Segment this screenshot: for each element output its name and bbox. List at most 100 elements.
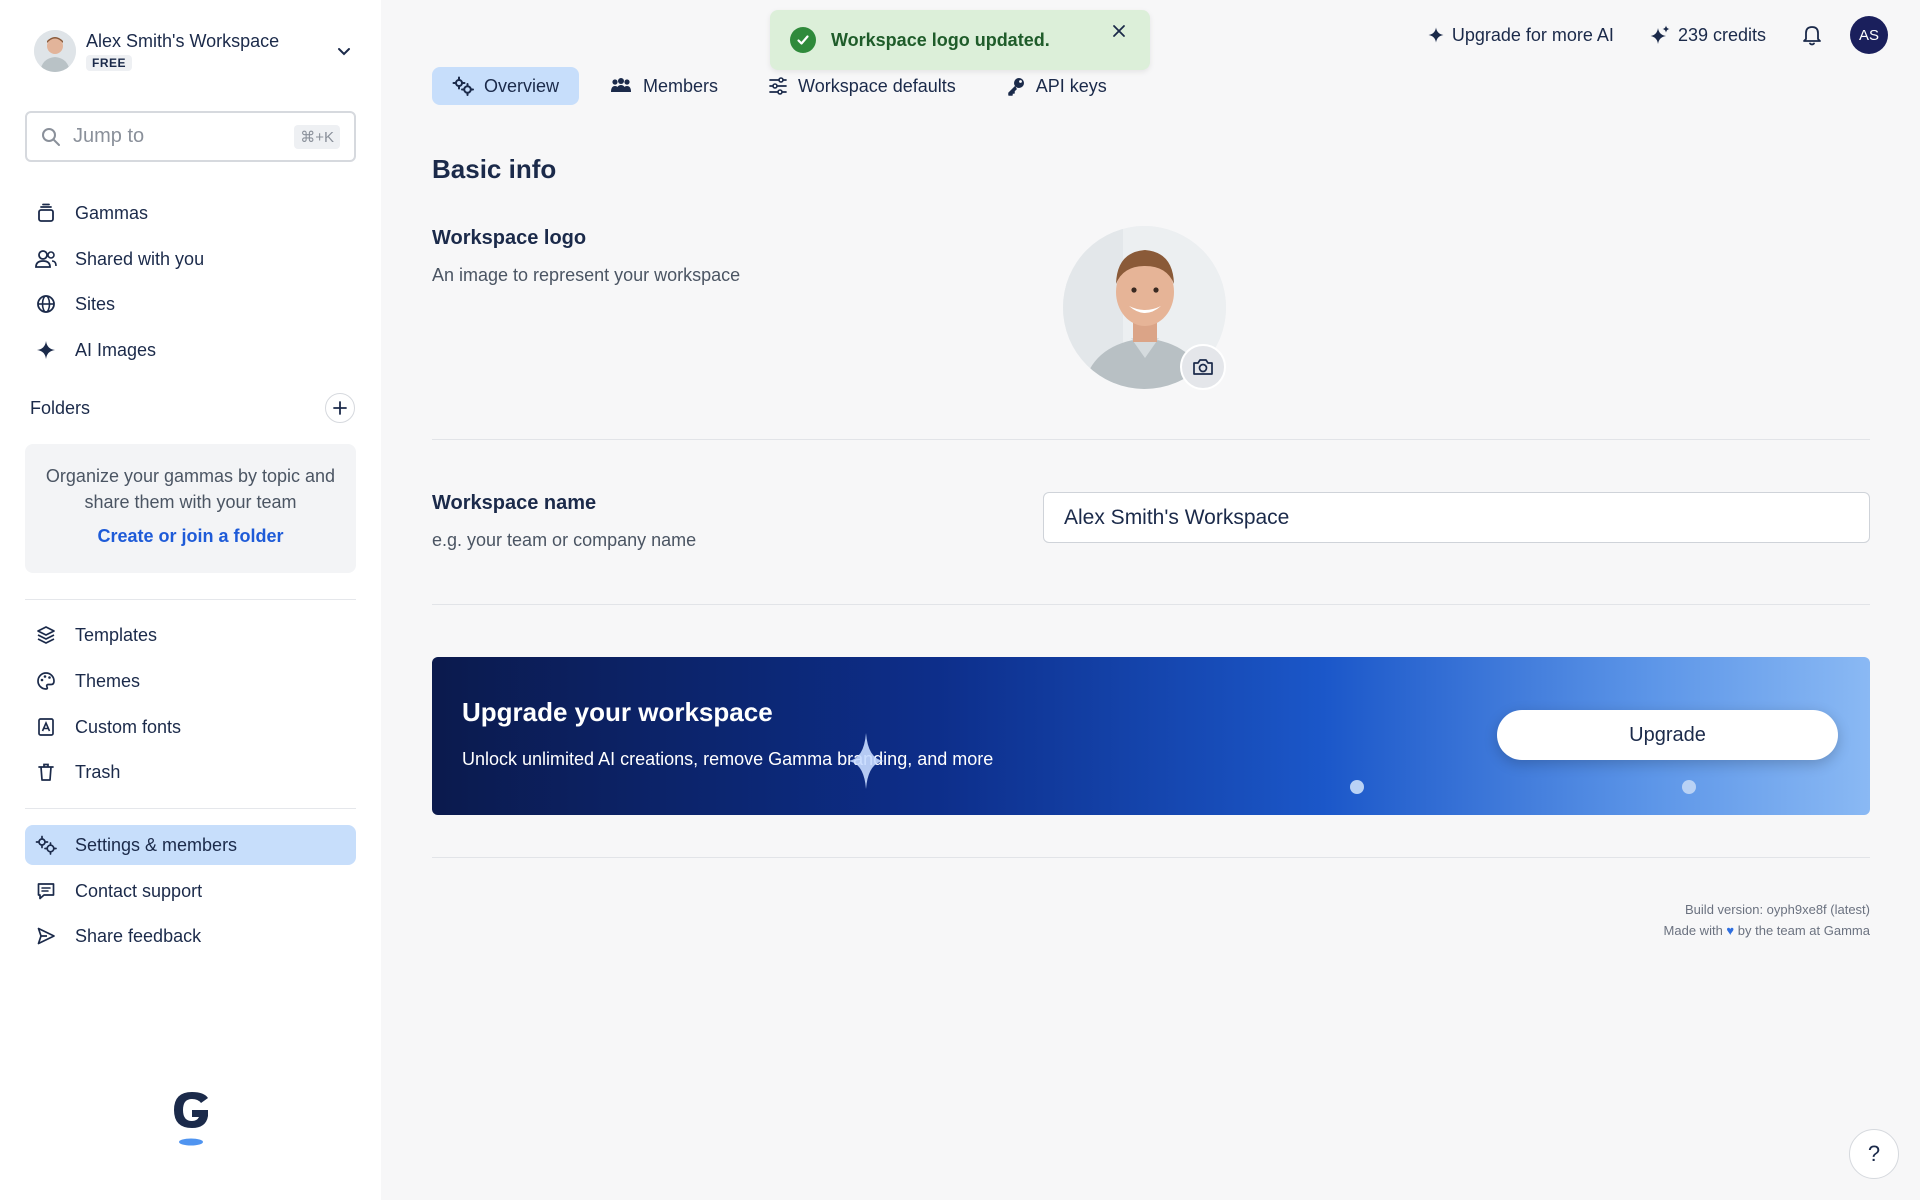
change-logo-button[interactable] [1180,344,1226,390]
sidebar-item-label: Settings & members [75,834,238,855]
workspace-name-description: e.g. your team or company name [432,530,697,550]
tab-workspace-defaults[interactable]: Workspace defaults [748,67,976,105]
sparkle-icon [1428,27,1444,43]
globe-icon [35,293,57,315]
camera-icon [1192,358,1214,376]
add-folder-button[interactable] [325,393,355,423]
section-title: Basic info [432,154,557,184]
search-input[interactable] [73,125,295,148]
tab-label: Members [643,75,719,96]
section-divider [432,604,1870,605]
sidebar-item-label: Gammas [75,202,149,223]
search-icon [41,127,61,147]
banner-description: Unlock unlimited AI creations, remove Ga… [462,749,994,769]
sidebar-item-label: Shared with you [75,248,205,269]
people-group-icon [609,77,633,95]
upgrade-ai-link[interactable]: Upgrade for more AI [1428,25,1614,46]
sparkle-icon [35,339,57,361]
tab-label: Workspace defaults [798,75,956,96]
decorative-dot [1350,780,1364,794]
gamma-logo [168,1088,214,1148]
sparkle-icon [848,733,884,794]
plus-icon [333,401,347,415]
tab-api-keys[interactable]: API keys [986,67,1127,105]
sidebar-item-templates[interactable]: Templates [25,615,356,655]
section-divider [432,857,1870,858]
banner-title: Upgrade your workspace [462,697,773,727]
workspace-switcher[interactable]: Alex Smith's Workspace FREE [34,26,354,76]
workspace-name: Alex Smith's Workspace [86,31,280,51]
key-icon [1006,76,1026,96]
people-icon [35,248,57,270]
search-shortcut: ⌘+K [294,124,340,149]
workspace-logo-title: Workspace logo [432,227,587,249]
build-version: Build version: oyph9xe8f (latest) [1685,902,1870,917]
sidebar-item-settings[interactable]: Settings & members [25,825,356,865]
workspace-avatar [34,30,76,72]
plan-badge: FREE [86,55,133,71]
settings-tabs: Overview Members Workspace defaults API … [432,67,1137,105]
folders-empty-state: Organize your gammas by topic and share … [25,444,356,573]
upgrade-button[interactable]: Upgrade [1497,710,1838,760]
sidebar-item-ai-images[interactable]: AI Images [25,330,356,370]
chat-icon [35,880,57,902]
sidebar-item-contact-support[interactable]: Contact support [25,871,356,911]
font-icon [35,716,57,738]
check-circle-icon [790,27,816,53]
sidebar-item-share-feedback[interactable]: Share feedback [25,916,356,956]
tab-members[interactable]: Members [589,67,738,105]
stack-icon [35,202,57,224]
sidebar-item-trash[interactable]: Trash [25,752,356,792]
layers-icon [35,624,57,646]
decorative-dot [1682,780,1696,794]
sidebar-item-custom-fonts[interactable]: Custom fonts [25,707,356,747]
sidebar-item-label: Templates [75,624,158,645]
top-bar: Upgrade for more AI 239 credits AS [1428,16,1888,54]
sidebar-item-label: Share feedback [75,925,202,946]
sidebar-item-label: AI Images [75,339,157,360]
heart-icon: ♥ [1726,923,1735,938]
workspace-name-input[interactable] [1043,492,1870,543]
sidebar-item-label: Contact support [75,880,203,901]
workspace-logo-description: An image to represent your workspace [432,265,741,285]
made-with-suffix: by the team at Gamma [1737,923,1870,938]
help-button[interactable]: ? [1849,1129,1899,1179]
sidebar: Alex Smith's Workspace FREE ⌘+K Gammas S… [0,0,381,1200]
chevron-down-icon[interactable] [334,41,354,61]
sidebar-item-label: Sites [75,293,116,314]
user-avatar[interactable]: AS [1850,16,1888,54]
sidebar-item-gammas[interactable]: Gammas [25,193,356,233]
toast-message: Workspace logo updated. [831,29,1050,50]
create-folder-link[interactable]: Create or join a folder [97,526,283,547]
made-with-prefix: Made with [1663,923,1723,938]
workspace-name-title: Workspace name [432,492,597,514]
upgrade-banner: Upgrade your workspace Unlock unlimited … [432,657,1870,815]
sidebar-item-shared[interactable]: Shared with you [25,239,356,279]
bell-icon[interactable] [1802,24,1822,46]
credits-label: 239 credits [1677,24,1766,45]
send-icon [35,925,57,947]
jump-to-search[interactable]: ⌘+K [25,111,356,162]
gears-icon [35,834,57,856]
sidebar-divider [25,599,356,600]
sidebar-item-sites[interactable]: Sites [25,284,356,324]
made-with-line: Made with ♥ by the team at Gamma [1664,920,1870,941]
sliders-icon [768,77,788,95]
close-icon[interactable] [1108,20,1130,42]
trash-icon [35,761,57,783]
success-toast: Workspace logo updated. [770,10,1150,70]
tab-overview[interactable]: Overview [432,67,580,105]
credits-link[interactable]: 239 credits [1650,25,1766,46]
tab-label: API keys [1035,75,1107,96]
gears-icon [452,76,474,96]
footer: Build version: oyph9xe8f (latest) Made w… [1664,899,1870,941]
palette-icon [35,670,57,692]
sidebar-item-label: Custom fonts [75,716,182,737]
section-divider [432,439,1870,440]
folders-empty-text: Organize your gammas by topic and share … [45,466,336,512]
sidebar-divider [25,808,356,809]
sidebar-item-themes[interactable]: Themes [25,661,356,701]
tab-label: Overview [484,75,560,96]
sparkles-icon [1650,25,1670,45]
folders-heading: Folders [30,398,91,418]
